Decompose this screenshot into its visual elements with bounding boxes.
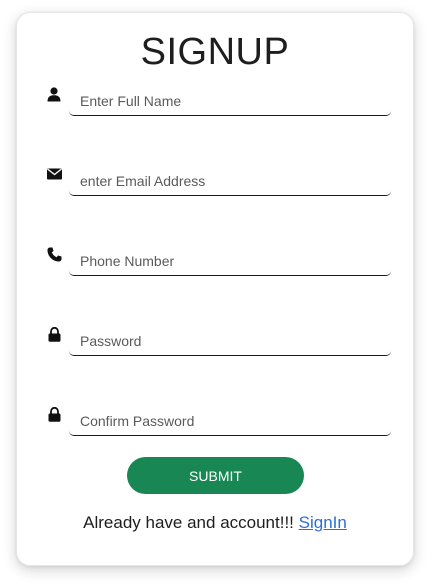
- email-field-group: [17, 166, 413, 206]
- phone-icon: [46, 246, 62, 262]
- email-input[interactable]: [69, 166, 391, 196]
- submit-button[interactable]: SUBMIT: [127, 457, 304, 494]
- confirm-password-field-group: [17, 406, 413, 446]
- footer-text: Already have and account!!!: [83, 513, 294, 532]
- page-title: SIGNUP: [140, 31, 290, 73]
- full-name-input[interactable]: [69, 86, 391, 116]
- signin-link[interactable]: SignIn: [299, 513, 347, 532]
- password-input[interactable]: [69, 326, 391, 356]
- signup-card: SIGNUP SUBMIT Already have and account!!…: [16, 12, 414, 566]
- lock-icon: [46, 326, 62, 342]
- phone-field-group: [17, 246, 413, 286]
- signin-prompt: Already have and account!!! SignIn: [17, 513, 413, 533]
- full-name-field-group: [17, 86, 413, 126]
- envelope-icon: [46, 166, 62, 182]
- phone-input[interactable]: [69, 246, 391, 276]
- password-field-group: [17, 326, 413, 366]
- lock-icon: [46, 406, 62, 422]
- user-icon: [46, 86, 62, 102]
- confirm-password-input[interactable]: [69, 406, 391, 436]
